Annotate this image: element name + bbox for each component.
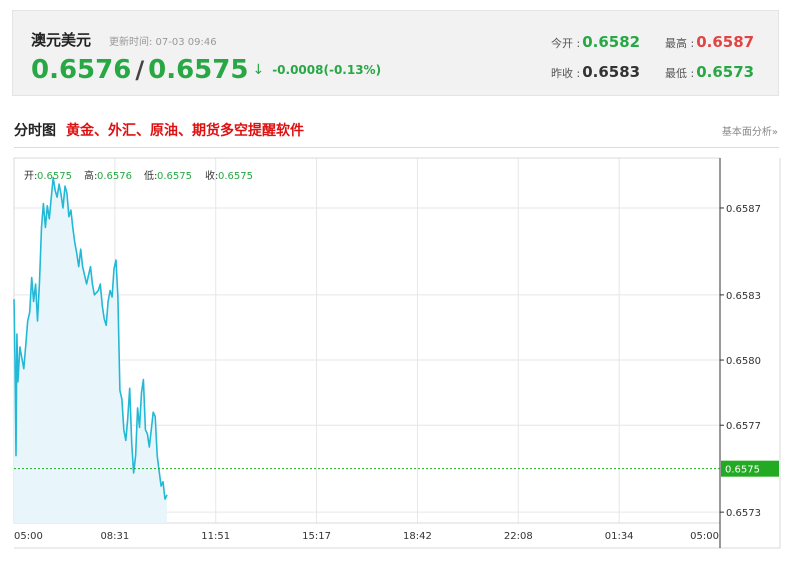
ohlc-open-label: 开: — [24, 171, 37, 182]
x-tick-label: 01:34 — [605, 531, 634, 542]
x-tick-label: 05:00 — [14, 531, 43, 542]
y-tick-label: 0.6583 — [726, 291, 761, 302]
ohlc-low-label: 低: — [144, 169, 157, 182]
ohlc-close-label: 收: — [205, 169, 218, 182]
current-price-badge-label: 0.6575 — [725, 465, 760, 476]
ohlc-open-value: 0.6575 — [37, 171, 72, 182]
ohlc-low-value: 0.6575 — [157, 171, 192, 182]
ohlc-high-value: 0.6576 — [97, 171, 132, 182]
x-tick-layer: 05:00 08:31 11:51 15:17 18:42 22:08 01:34 05:00 — [14, 531, 719, 542]
x-tick-label: 08:31 — [100, 531, 129, 542]
y-tick-label: 0.6573 — [726, 508, 761, 519]
y-tick-label: 0.6577 — [726, 421, 761, 432]
x-tick-label: 05:00 — [690, 531, 719, 542]
ohlc-close-value: 0.6575 — [218, 171, 253, 182]
y-tick-label: 0.6580 — [726, 356, 761, 367]
area-layer — [13, 176, 168, 523]
x-tick-label: 18:42 — [403, 531, 432, 542]
price-area-fill — [14, 177, 167, 523]
ohlc-readout: 开: 0.6575 高: 0.6576 低: 0.6575 收: 0.6575 — [24, 169, 253, 182]
ohlc-high-label: 高: — [84, 169, 97, 182]
x-tick-label: 11:51 — [201, 531, 230, 542]
y-tick-label: 0.6587 — [726, 204, 761, 215]
x-tick-label: 15:17 — [302, 531, 331, 542]
intraday-chart: 0.6575 0.6587 0.6583 0.6580 0.6577 0.6573 05… — [13, 157, 781, 549]
x-tick-label: 22:08 — [504, 531, 533, 542]
